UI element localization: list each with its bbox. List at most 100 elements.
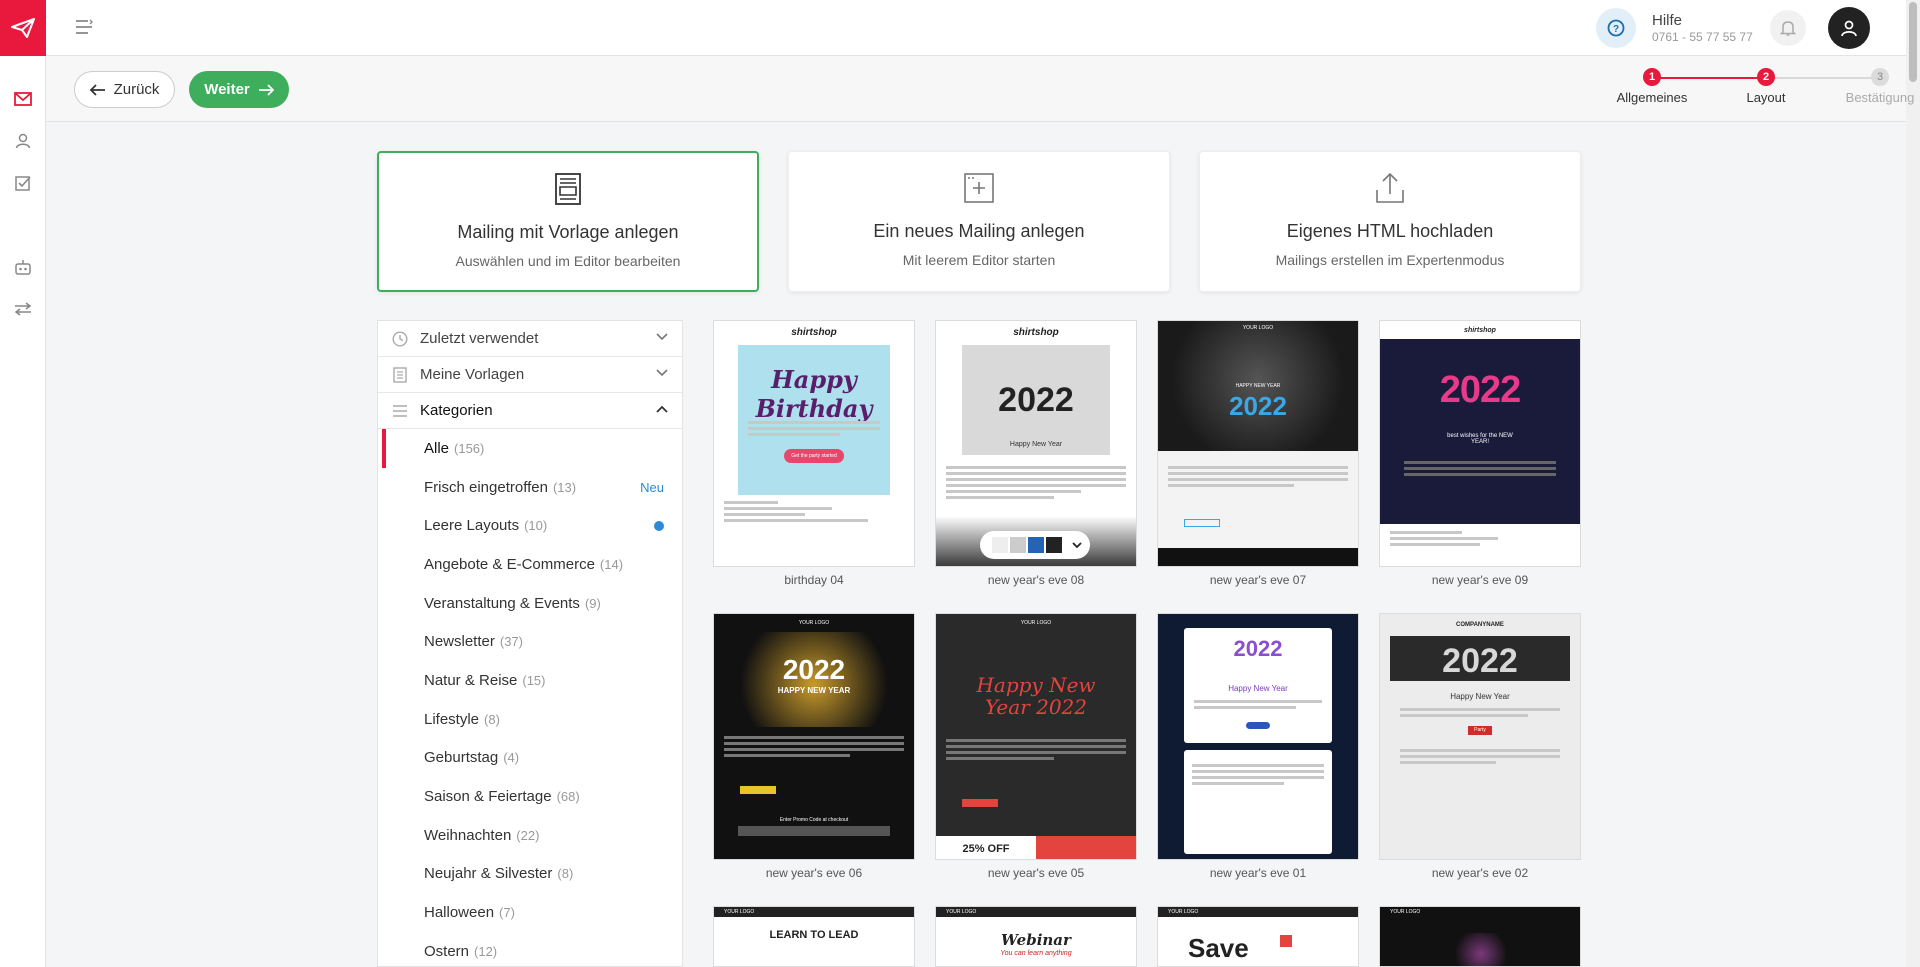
- template-subline: Happy New Year: [1228, 684, 1288, 693]
- template-headline: Happy Birthday: [755, 365, 873, 423]
- category-alle[interactable]: Alle (156): [378, 429, 682, 468]
- template-thumbnail[interactable]: YOUR LOGO 2022 HAPPY NEW YEAR: [1157, 320, 1359, 567]
- swatch-light[interactable]: [992, 537, 1008, 553]
- template-thumbnail[interactable]: shirtshop 2022 Happy New Year: [935, 320, 1137, 567]
- card-upload-html[interactable]: Eigenes HTML hochladen Mailings erstelle…: [1199, 151, 1581, 292]
- wizard-steps: 1 Allgemeines 2 Layout 3 Bestätigung: [1606, 68, 1914, 118]
- category-count: (13): [552, 479, 577, 495]
- template-thumbnail[interactable]: COMPANYNAME 2022 Happy New Year Party: [1379, 613, 1581, 860]
- template-promo: 25% OFF: [962, 843, 1010, 855]
- category-lifestyle[interactable]: Lifestyle (8): [378, 700, 682, 739]
- template-brand: YOUR LOGO: [724, 909, 755, 915]
- next-button[interactable]: Weiter: [189, 71, 289, 108]
- swatch-dark[interactable]: [1046, 537, 1062, 553]
- template-card[interactable]: shirtshop 2022 Happy New Year new year's…: [935, 320, 1137, 587]
- arrow-left-icon: [89, 83, 105, 96]
- clock-icon: [392, 330, 408, 347]
- template-card[interactable]: YOUR LOGO 2022 HAPPY NEW YEAR Enter Prom…: [713, 613, 915, 880]
- integrations-arrows-icon[interactable]: [12, 298, 34, 320]
- card-new-mailing[interactable]: Ein neues Mailing anlegen Mit leerem Edi…: [788, 151, 1170, 292]
- category-count: (12): [474, 943, 498, 959]
- template-card[interactable]: shirtshop Happy Birthday Get the party s…: [713, 320, 915, 587]
- category-veranstaltung[interactable]: Veranstaltung & Events (9): [378, 584, 682, 623]
- category-count: (14): [599, 556, 624, 572]
- template-thumbnail[interactable]: shirtshop 2022 best wishes for the NEW Y…: [1379, 320, 1581, 567]
- category-geburtstag[interactable]: Geburtstag (4): [378, 739, 682, 778]
- category-count: (9): [584, 595, 601, 611]
- step-allgemeines[interactable]: 1 Allgemeines: [1602, 68, 1702, 105]
- template-card[interactable]: shirtshop 2022 best wishes for the NEW Y…: [1379, 320, 1581, 587]
- template-card[interactable]: YOUR LOGO LEARN TO LEAD: [713, 906, 915, 967]
- template-cta: [962, 799, 998, 807]
- template-card[interactable]: 2022 Happy New Year new year's eve 01: [1157, 613, 1359, 880]
- template-card[interactable]: YOUR LOGO: [1379, 906, 1581, 967]
- user-menu-button[interactable]: [1828, 7, 1870, 49]
- category-weihnachten[interactable]: Weihnachten (22): [378, 816, 682, 855]
- template-cta: [1184, 519, 1220, 527]
- category-newsletter[interactable]: Newsletter (37): [378, 622, 682, 661]
- app-logo[interactable]: [0, 0, 46, 56]
- template-card[interactable]: COMPANYNAME 2022 Happy New Year Party ne…: [1379, 613, 1581, 880]
- template-thumbnail[interactable]: YOUR LOGO Happy New Year 2022 25% OFF: [935, 613, 1137, 860]
- swatch-grey[interactable]: [1010, 537, 1026, 553]
- category-name: Veranstaltung & Events: [424, 594, 580, 612]
- template-thumbnail[interactable]: 2022 Happy New Year: [1157, 613, 1359, 860]
- template-footer: [1390, 531, 1570, 549]
- category-name: Lifestyle: [424, 710, 480, 728]
- card-template-mailing[interactable]: Mailing mit Vorlage anlegen Auswählen un…: [377, 151, 759, 292]
- template-thumbnail[interactable]: YOUR LOGO Webinar You can learn anything: [935, 906, 1137, 967]
- template-thumbnail[interactable]: YOUR LOGO 2022 HAPPY NEW YEAR Enter Prom…: [713, 613, 915, 860]
- color-variant-picker[interactable]: [980, 531, 1090, 559]
- category-neujahr-silvester[interactable]: Neujahr & Silvester (8): [378, 855, 682, 894]
- template-thumbnail[interactable]: shirtshop Happy Birthday Get the party s…: [713, 320, 915, 567]
- category-ostern[interactable]: Ostern (12): [378, 932, 682, 967]
- section-categories[interactable]: Kategorien: [378, 393, 682, 429]
- section-my-templates[interactable]: Meine Vorlagen: [378, 357, 682, 393]
- template-accent: [1280, 935, 1292, 947]
- back-button[interactable]: Zurück: [74, 71, 175, 108]
- template-card[interactable]: YOUR LOGO Webinar You can learn anything: [935, 906, 1137, 967]
- section-label: Kategorien: [420, 402, 493, 419]
- contacts-icon[interactable]: [12, 130, 34, 152]
- help-button[interactable]: ?: [1596, 8, 1636, 48]
- template-name: new year's eve 09: [1431, 573, 1529, 587]
- template-headline: Save: [1188, 933, 1249, 963]
- template-thumbnail[interactable]: YOUR LOGO Save: [1157, 906, 1359, 967]
- category-natur-reise[interactable]: Natur & Reise (15): [378, 661, 682, 700]
- template-card[interactable]: YOUR LOGO Happy New Year 2022 25% OFF ne…: [935, 613, 1137, 880]
- template-cta: [1246, 722, 1270, 729]
- template-name: new year's eve 05: [987, 866, 1085, 880]
- category-name: Saison & Feiertage: [424, 788, 552, 806]
- left-nav-rail: [0, 0, 46, 967]
- category-name: Alle: [424, 439, 450, 457]
- category-frisch-eingetroffen[interactable]: Frisch eingetroffen (13) Neu: [378, 468, 682, 507]
- swatch-blue[interactable]: [1028, 537, 1044, 553]
- section-recently-used[interactable]: Zuletzt verwendet: [378, 321, 682, 357]
- category-saison-feiertage[interactable]: Saison & Feiertage (68): [378, 777, 682, 816]
- template-copy-2: [1192, 764, 1324, 788]
- tasks-icon[interactable]: [12, 172, 34, 194]
- category-name: Weihnachten: [424, 826, 512, 844]
- category-leere-layouts[interactable]: Leere Layouts (10): [378, 506, 682, 545]
- template-card[interactable]: YOUR LOGO Save: [1157, 906, 1359, 967]
- template-brand: shirtshop: [791, 327, 837, 338]
- template-footer: [1158, 548, 1358, 566]
- category-halloween[interactable]: Halloween (7): [378, 893, 682, 932]
- template-promo-image: [1036, 836, 1136, 859]
- step-layout[interactable]: 2 Layout: [1716, 68, 1816, 105]
- paper-plane-icon: [11, 18, 35, 38]
- menu-toggle-icon[interactable]: [74, 18, 94, 41]
- next-button-label: Weiter: [204, 81, 250, 98]
- template-brand: shirtshop: [1013, 327, 1059, 338]
- template-card[interactable]: YOUR LOGO 2022 HAPPY NEW YEAR new year's…: [1157, 320, 1359, 587]
- template-thumbnail[interactable]: YOUR LOGO LEARN TO LEAD: [713, 906, 915, 967]
- template-thumbnail[interactable]: YOUR LOGO: [1379, 906, 1581, 967]
- category-angebote[interactable]: Angebote & E-Commerce (14): [378, 545, 682, 584]
- automation-robot-icon[interactable]: [12, 256, 34, 278]
- template-brand: shirtshop: [1464, 327, 1496, 334]
- mail-icon[interactable]: [12, 88, 34, 110]
- page-scrollbar[interactable]: [1906, 0, 1920, 967]
- card-title: Eigenes HTML hochladen: [1286, 221, 1494, 241]
- template-name: new year's eve 08: [987, 573, 1085, 587]
- notifications-button[interactable]: [1770, 10, 1806, 46]
